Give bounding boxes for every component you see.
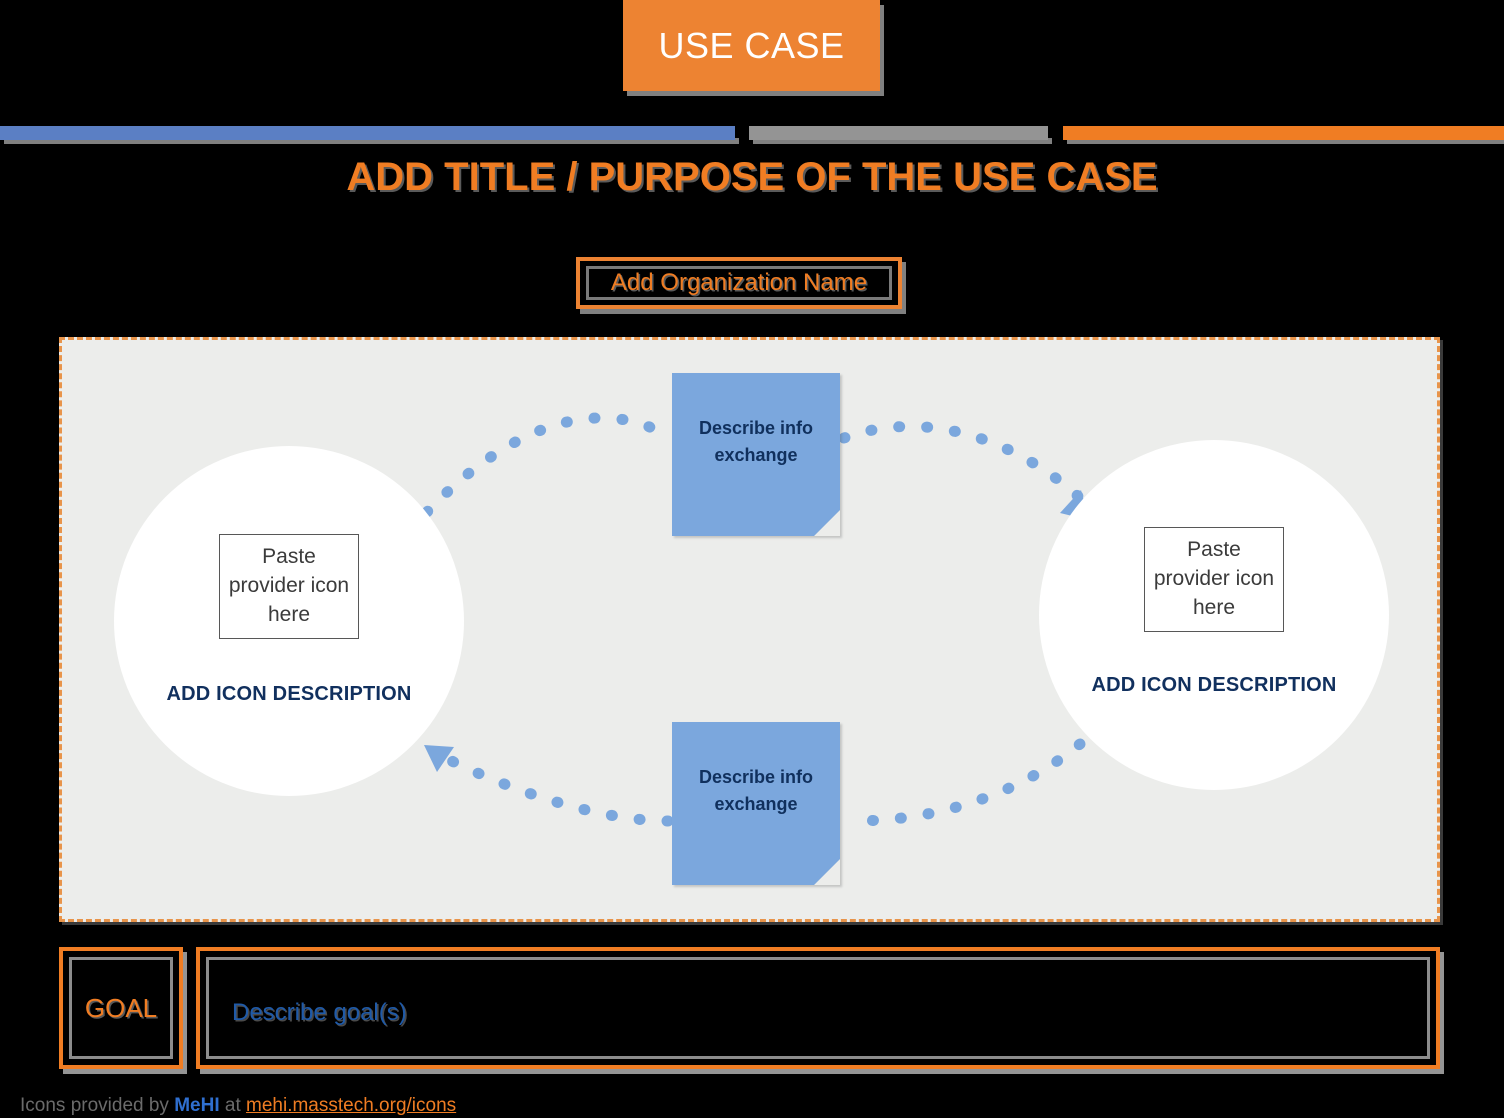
use-case-banner-label: USE CASE [658,24,845,66]
actor-description-left: ADD ICON DESCRIPTION [166,683,412,705]
footer-brand: MeHI [174,1095,220,1116]
use-case-banner: USE CASE [623,0,880,91]
page-title: ADD TITLE / PURPOSE OF THE USE CASE [346,155,1158,199]
goal-description-box[interactable]: Describe goal(s) [196,947,1440,1069]
info-exchange-note-bottom[interactable]: Describe info exchange [672,722,840,885]
footer-attribution: Icons provided by MeHI at mehi.masstech.… [20,1094,456,1118]
actor-description-right: ADD ICON DESCRIPTION [1091,674,1337,696]
note-fold-cut-bottom [814,859,840,885]
goal-description-text: Describe goal(s) [232,999,407,1026]
note-fold-cut-top [814,510,840,536]
icon-placeholder-right[interactable]: Paste provider icon here [1144,527,1284,632]
footer-link[interactable]: mehi.masstech.org/icons [246,1095,456,1116]
footer-middle: at [219,1095,247,1116]
organization-name-label: Add Organization Name [610,269,868,296]
info-exchange-note-top-label: Describe info exchange [698,418,814,465]
actor-circle-right: Paste provider icon here ADD ICON DESCRI… [1039,440,1389,790]
color-divider-bar [0,126,1504,144]
info-exchange-note-bottom-label: Describe info exchange [698,767,814,814]
divider-segment-gray [749,126,1048,140]
info-exchange-note-top[interactable]: Describe info exchange [672,373,840,536]
organization-name-inner-frame: Add Organization Name [586,266,892,300]
arrowhead-left [424,745,454,772]
diagram-panel: Paste provider icon here ADD ICON DESCRI… [59,337,1440,922]
footer-prefix: Icons provided by [20,1095,175,1116]
goal-label: GOAL [84,993,158,1023]
divider-segment-orange [1063,126,1504,140]
divider-segment-blue [0,126,735,140]
actor-circle-left: Paste provider icon here ADD ICON DESCRI… [114,446,464,796]
icon-placeholder-left[interactable]: Paste provider icon here [219,534,359,639]
organization-name-box[interactable]: Add Organization Name [576,257,902,309]
goal-label-box: GOAL [59,947,183,1069]
